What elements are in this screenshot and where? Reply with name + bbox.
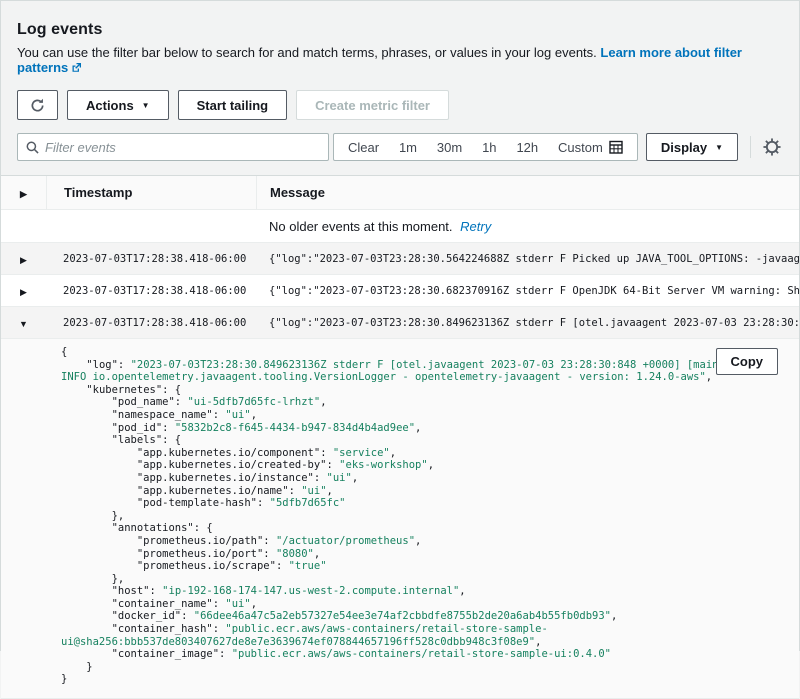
timestamp-column-header: Timestamp — [46, 176, 256, 209]
caret-down-icon[interactable]: ▼ — [19, 319, 28, 329]
log-events-header: Log events You can use the filter bar be… — [1, 21, 799, 161]
log-row[interactable]: ▶ 2023-07-03T17:28:38.418-06:00{"log":"20… — [1, 243, 799, 275]
page-title: Log events — [17, 21, 783, 39]
chevron-down-icon: ▼ — [715, 143, 723, 152]
log-events-table: ▶ Timestamp Message No older events at t… — [1, 175, 799, 699]
log-row[interactable]: ▼ 2023-07-03T17:28:38.418-06:00{"log":"20… — [1, 307, 799, 339]
filter-bar: Clear 1m 30m 1h 12h Custom Display ▼ — [17, 133, 783, 161]
gear-icon — [763, 144, 781, 159]
search-icon — [26, 141, 39, 154]
filter-events-input[interactable] — [39, 134, 328, 160]
no-older-events-text: No older events at this moment. — [269, 219, 453, 234]
toolbar-divider — [750, 136, 751, 158]
expand-all-caret[interactable]: ▶ — [1, 185, 46, 200]
custom-range-button[interactable]: Custom — [558, 140, 623, 155]
caret-right-icon[interactable]: ▶ — [20, 287, 27, 297]
refresh-icon — [30, 98, 45, 113]
no-older-events-row: No older events at this moment. Retry — [1, 210, 799, 243]
clear-button[interactable]: Clear — [348, 140, 379, 155]
log-rows: ▶2023-07-03T17:28:38.418-06:00{"log":"20… — [1, 243, 799, 339]
preferences-gear-button[interactable] — [761, 136, 783, 158]
caret-right-icon: ▶ — [20, 189, 27, 199]
page-description: You can use the filter bar below to sear… — [17, 45, 783, 76]
caret-right-icon[interactable]: ▶ — [20, 255, 27, 265]
chevron-down-icon: ▼ — [142, 101, 150, 110]
time-range-control: Clear 1m 30m 1h 12h Custom — [333, 133, 638, 161]
range-12h-button[interactable]: 12h — [516, 140, 538, 155]
range-30m-button[interactable]: 30m — [437, 140, 462, 155]
filter-events-search — [17, 133, 329, 161]
log-row-timestamp: 2023-07-03T17:28:38.418-06:00 — [46, 317, 256, 329]
log-row[interactable]: ▶ 2023-07-03T17:28:38.418-06:00{"log":"20… — [1, 275, 799, 307]
actions-button[interactable]: Actions ▼ — [67, 90, 169, 120]
refresh-button[interactable] — [17, 90, 58, 120]
start-tailing-button[interactable]: Start tailing — [178, 90, 288, 120]
log-row-message: {"log":"2023-07-03T23:28:30.564224688Z s… — [256, 253, 799, 265]
range-1m-button[interactable]: 1m — [399, 140, 417, 155]
display-button[interactable]: Display ▼ — [646, 133, 738, 161]
create-metric-filter-button[interactable]: Create metric filter — [296, 90, 449, 120]
copy-button[interactable]: Copy — [716, 348, 779, 375]
log-row-timestamp: 2023-07-03T17:28:38.418-06:00 — [46, 253, 256, 265]
range-1h-button[interactable]: 1h — [482, 140, 496, 155]
log-row-message: {"log":"2023-07-03T23:28:30.849623136Z s… — [256, 317, 799, 329]
page-description-text: You can use the filter bar below to sear… — [17, 45, 597, 60]
retry-link[interactable]: Retry — [460, 219, 491, 234]
message-column-header: Message — [256, 176, 799, 209]
expanded-log-detail: { "log": "2023-07-03T23:28:30.849623136Z… — [1, 339, 799, 699]
log-row-timestamp: 2023-07-03T17:28:38.418-06:00 — [46, 285, 256, 297]
external-link-icon — [71, 61, 82, 76]
log-events-toolbar: Actions ▼ Start tailing Create metric fi… — [17, 90, 783, 120]
calendar-icon — [609, 140, 623, 154]
log-row-message: {"log":"2023-07-03T23:28:30.682370916Z s… — [256, 285, 799, 297]
expanded-log-json: { "log": "2023-07-03T23:28:30.849623136Z… — [61, 346, 756, 686]
table-header-row: ▶ Timestamp Message — [1, 176, 799, 210]
